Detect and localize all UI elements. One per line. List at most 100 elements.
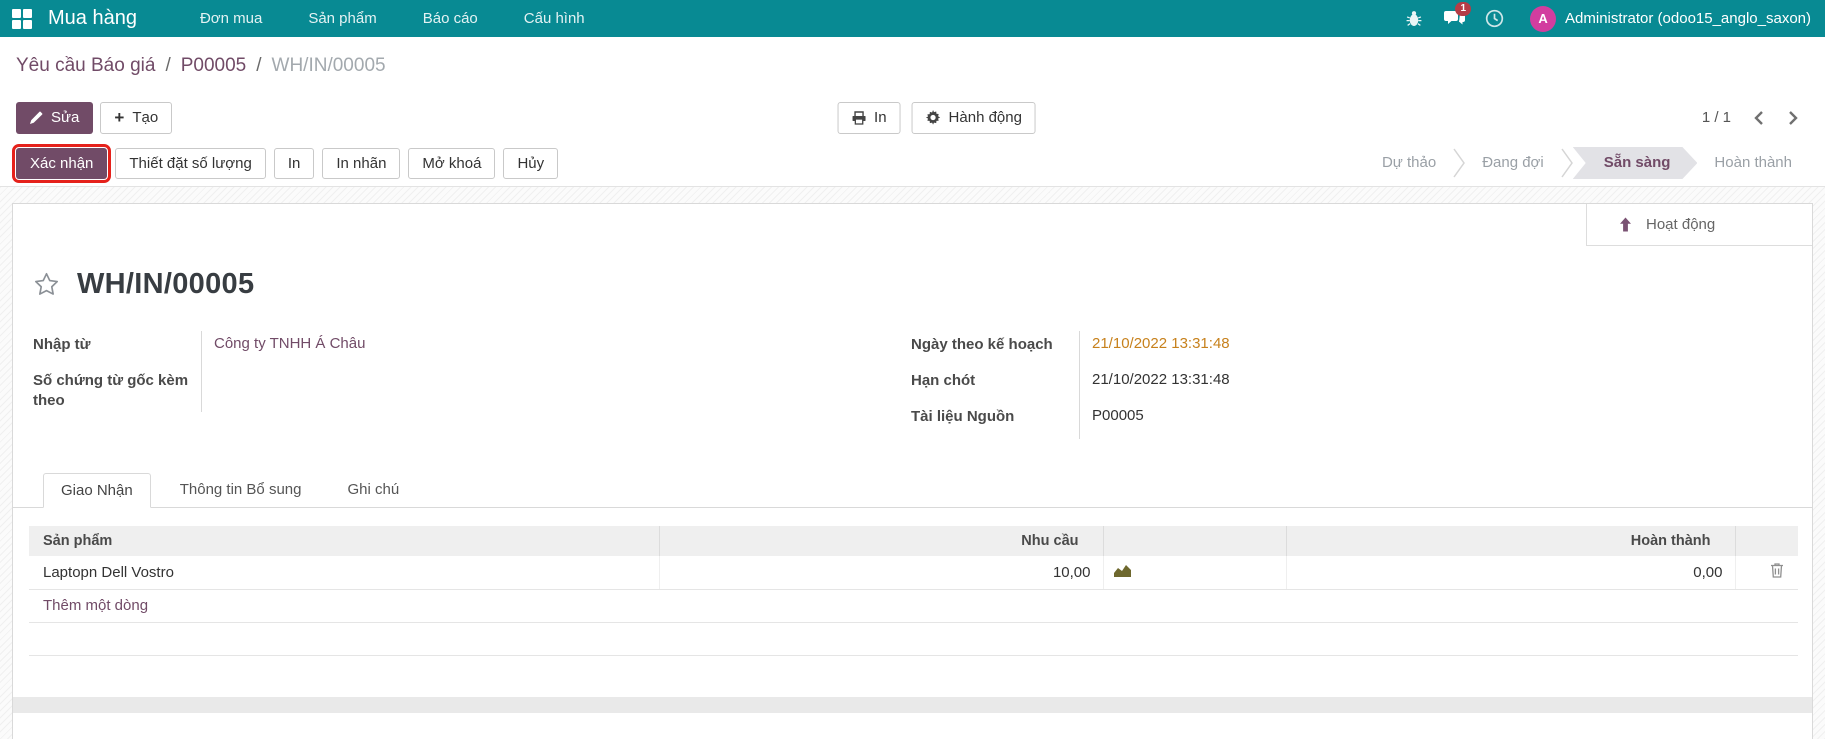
stage-ready[interactable]: Sẵn sàng [1573,147,1698,179]
breadcrumb-link-rfq[interactable]: Yêu cầu Báo giá [16,55,155,77]
set-quantities-button[interactable]: Thiết đặt số lượng [115,147,266,179]
pager: 1 / 1 [1702,109,1809,126]
messages-count-badge: 1 [1455,1,1472,16]
stage-separator-icon [1453,148,1466,178]
cancel-button[interactable]: Hủy [503,147,559,179]
control-center-buttons: In Hành động [837,101,1036,134]
printer-icon [851,110,866,125]
header-done[interactable]: Hoàn thành [1286,526,1736,556]
add-line-link[interactable]: Thêm một dòng [29,589,1798,623]
tab-additional-info[interactable]: Thông tin Bổ sung [163,473,319,508]
trash-icon[interactable] [1770,562,1784,578]
document-title: WH/IN/00005 [77,268,255,300]
topbar-right: 1 A Administrator (odoo15_anglo_saxon) [1394,1,1811,32]
menu-purchase-orders[interactable]: Đơn mua [177,0,285,37]
menu-products[interactable]: Sản phẩm [285,0,399,37]
menu-configuration[interactable]: Cấu hình [501,0,608,37]
print-labels-button[interactable]: In nhãn [322,147,401,179]
field-deadline: Hạn chót 21/10/2022 13:31:48 [911,367,1792,403]
plus-icon: + [114,108,125,127]
gear-icon [925,110,941,125]
cell-delete [1735,556,1798,590]
pager-previous-icon[interactable] [1753,110,1765,125]
pencil-icon [30,111,43,124]
field-label: Hạn chót [911,372,976,389]
scheduled-date-value[interactable]: 21/10/2022 13:31:48 [1079,331,1792,367]
field-scheduled-date: Ngày theo kế hoạch 21/10/2022 13:31:48 [911,331,1792,367]
stage-draft[interactable]: Dự thảo [1365,147,1453,179]
table-row[interactable]: Laptopn Dell Vostro 10,00 0,00 [29,556,1798,590]
breadcrumb-link-po[interactable]: P00005 [181,55,247,77]
stage-done[interactable]: Hoàn thành [1697,147,1809,179]
header-delete-spacer [1735,526,1798,556]
control-panel: Sửa + Tạo In Hành động 1 / 1 [0,95,1825,140]
field-source-document-attached: Số chứng từ gốc kèm theo [33,367,911,412]
activities-clock-icon[interactable] [1474,9,1514,28]
action-button-label: Hành động [948,109,1022,126]
header-product[interactable]: Sản phẩm [29,526,660,556]
user-menu[interactable]: Administrator (odoo15_anglo_saxon) [1565,10,1811,27]
pager-count: 1 / 1 [1701,109,1731,126]
print-picking-button[interactable]: In [273,147,315,179]
field-label: Ngày theo kế hoạch [911,336,1053,353]
source-document-value[interactable]: P00005 [1079,403,1792,439]
control-left-buttons: Sửa + Tạo [16,101,173,134]
add-line-row: Thêm một dòng [29,589,1798,623]
form-sheet: Hoạt động WH/IN/00005 Nhập từ Công ty TN… [12,203,1813,739]
arrow-up-icon [1618,216,1633,233]
breadcrumb-row: Yêu cầu Báo giá / P00005 / WH/IN/00005 [0,37,1825,95]
create-button-label: Tạo [132,109,159,126]
field-label: Tài liệu Nguồn [911,408,1015,425]
header-demand[interactable]: Nhu cầu [659,526,1104,556]
activity-toggle[interactable]: Hoạt động [1586,204,1812,246]
sheet-bottom-strip [13,697,1812,713]
cell-forecast [1103,556,1287,590]
status-pipeline: Dự thảo Đang đợi Sẵn sàng Hoàn thành [1365,147,1809,179]
field-group-right: Ngày theo kế hoạch 21/10/2022 13:31:48 H… [911,331,1792,439]
confirm-button[interactable]: Xác nhận [11,143,112,183]
unlock-button[interactable]: Mở khoá [408,147,496,179]
partner-link[interactable]: Công ty TNHH Á Châu [201,331,911,367]
cell-product[interactable]: Laptopn Dell Vostro [29,556,660,590]
print-button[interactable]: In [837,101,901,134]
edit-button[interactable]: Sửa [16,101,94,134]
breadcrumb-separator: / [256,55,262,76]
deadline-value[interactable]: 21/10/2022 13:31:48 [1079,367,1792,403]
forecast-chart-icon[interactable] [1113,564,1131,577]
messages-icon[interactable]: 1 [1434,1,1474,28]
stage-waiting[interactable]: Đang đợi [1465,147,1561,179]
move-lines-table: Sản phẩm Nhu cầu Hoàn thành Laptopn Dell… [29,526,1798,656]
action-button[interactable]: Hành động [911,101,1036,134]
tab-operations[interactable]: Giao Nhận [43,473,151,508]
field-groups: Nhập từ Công ty TNHH Á Châu Số chứng từ … [13,301,1812,439]
field-receive-from: Nhập từ Công ty TNHH Á Châu [33,331,911,367]
stage-separator-icon [1561,148,1573,178]
breadcrumb-separator: / [165,55,171,76]
content-area: Hoạt động WH/IN/00005 Nhập từ Công ty TN… [0,187,1825,739]
pager-next-icon[interactable] [1787,110,1799,125]
top-navbar: Mua hàng Đơn mua Sản phẩm Báo cáo Cấu hì… [0,0,1825,37]
topbar-menus: Đơn mua Sản phẩm Báo cáo Cấu hình [177,0,608,37]
field-label: Nhập từ [33,336,91,353]
cell-done[interactable]: 0,00 [1286,556,1736,590]
print-button-label: In [874,109,887,126]
cell-demand[interactable]: 10,00 [659,556,1104,590]
move-lines-table-wrap: Sản phẩm Nhu cầu Hoàn thành Laptopn Dell… [29,526,1798,656]
statusbar-buttons: Xác nhận Thiết đặt số lượng In In nhãn M… [11,143,559,183]
user-avatar[interactable]: A [1530,5,1557,32]
apps-menu-icon[interactable] [12,8,32,29]
menu-reporting[interactable]: Báo cáo [400,0,501,37]
field-label: Số chứng từ gốc kèm theo [33,372,189,410]
create-button[interactable]: + Tạo [100,101,173,134]
statusbar: Xác nhận Thiết đặt số lượng In In nhãn M… [0,140,1825,187]
tab-notes[interactable]: Ghi chú [330,473,416,508]
notebook-tabs: Giao Nhận Thông tin Bổ sung Ghi chú [13,473,1812,508]
field-value-empty[interactable] [201,367,911,412]
favorite-star-icon[interactable] [33,271,60,298]
table-header-row: Sản phẩm Nhu cầu Hoàn thành [29,526,1798,556]
breadcrumb: Yêu cầu Báo giá / P00005 / WH/IN/00005 [16,55,386,77]
header-spacer [1103,526,1287,556]
field-group-left: Nhập từ Công ty TNHH Á Châu Số chứng từ … [33,331,911,412]
debug-bug-icon[interactable] [1394,10,1434,27]
app-name[interactable]: Mua hàng [48,7,137,30]
